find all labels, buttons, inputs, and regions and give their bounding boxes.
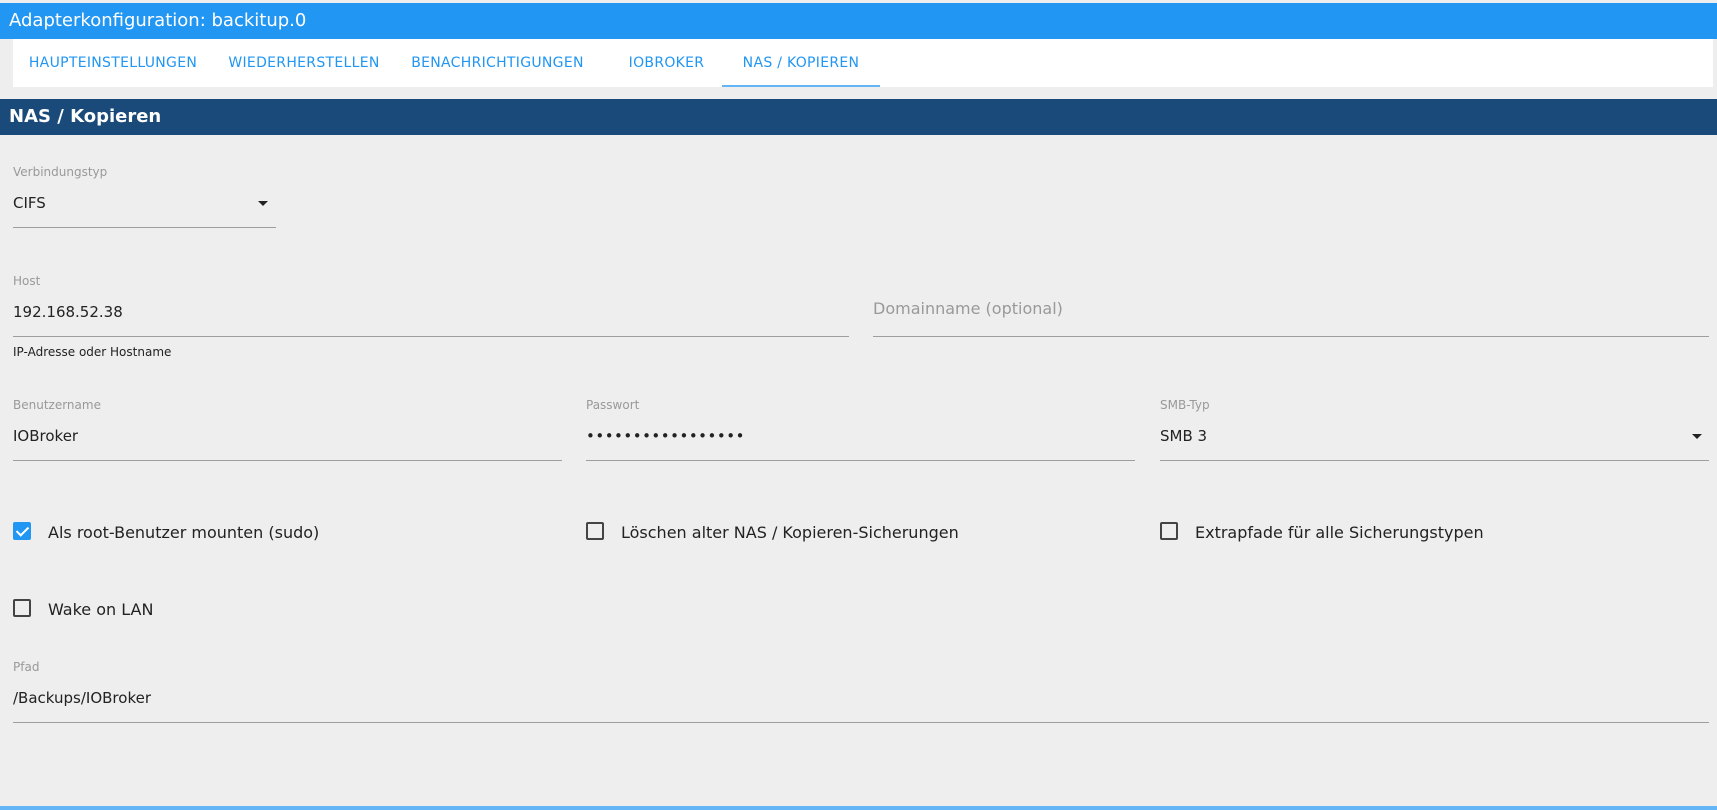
host-value: 192.168.52.38 [13, 303, 123, 321]
domain-underline [873, 336, 1709, 337]
username-value: IOBroker [13, 427, 79, 445]
tab-wiederherstellen[interactable]: WIEDERHERSTELLEN [213, 39, 395, 87]
section-title: NAS / Kopieren [0, 99, 1717, 135]
tab-iobroker[interactable]: IOBROKER [600, 39, 733, 87]
path-label: Pfad [13, 660, 40, 674]
domain-placeholder: Domainname (optional) [873, 299, 1063, 318]
tab-bar: HAUPTEINSTELLUNGEN WIEDERHERSTELLEN BENA… [13, 39, 1713, 87]
extra-paths-label[interactable]: Extrapfade für alle Sicherungstypen [1195, 523, 1484, 542]
path-underline [13, 722, 1709, 723]
tab-haupteinstellungen[interactable]: HAUPTEINSTELLUNGEN [13, 39, 213, 87]
wol-label[interactable]: Wake on LAN [48, 600, 153, 619]
connection-type-select[interactable]: CIFS [13, 188, 276, 228]
username-input[interactable]: IOBroker [13, 421, 562, 461]
smb-type-label: SMB-Typ [1160, 398, 1210, 412]
password-value: ••••••••••••••••• [586, 427, 745, 445]
smb-type-value: SMB 3 [1160, 427, 1208, 445]
bottom-accent-bar [0, 806, 1717, 810]
extra-paths-checkbox[interactable] [1160, 522, 1178, 540]
connection-type-underline [13, 227, 276, 228]
smb-type-select[interactable]: SMB 3 [1160, 421, 1709, 461]
delete-old-label[interactable]: Löschen alter NAS / Kopieren-Sicherungen [621, 523, 959, 542]
path-value: /Backups/IOBroker [13, 689, 151, 707]
sudo-checkbox[interactable] [13, 522, 31, 540]
path-input[interactable]: /Backups/IOBroker [13, 683, 1709, 723]
chevron-down-icon [1692, 434, 1702, 439]
delete-old-checkbox[interactable] [586, 522, 604, 540]
password-label: Passwort [586, 398, 640, 412]
tab-benachrichtigungen[interactable]: BENACHRICHTIGUNGEN [395, 39, 600, 87]
host-input[interactable]: 192.168.52.38 [13, 297, 849, 337]
username-underline [13, 460, 562, 461]
connection-type-value: CIFS [13, 194, 46, 212]
tab-nas-kopieren[interactable]: NAS / KOPIEREN [722, 39, 880, 87]
host-label: Host [13, 274, 41, 288]
chevron-down-icon [258, 201, 268, 206]
username-label: Benutzername [13, 398, 101, 412]
password-input[interactable]: ••••••••••••••••• [586, 421, 1135, 461]
window-title: Adapterkonfiguration: backitup.0 [0, 3, 1717, 39]
sudo-label[interactable]: Als root-Benutzer mounten (sudo) [48, 523, 319, 542]
password-underline [586, 460, 1135, 461]
smb-type-underline [1160, 460, 1709, 461]
connection-type-label: Verbindungstyp [13, 165, 108, 179]
host-underline [13, 336, 849, 337]
domain-input[interactable]: Domainname (optional) [873, 297, 1709, 337]
wol-checkbox[interactable] [13, 599, 31, 617]
host-helper-text: IP-Adresse oder Hostname [13, 345, 172, 359]
